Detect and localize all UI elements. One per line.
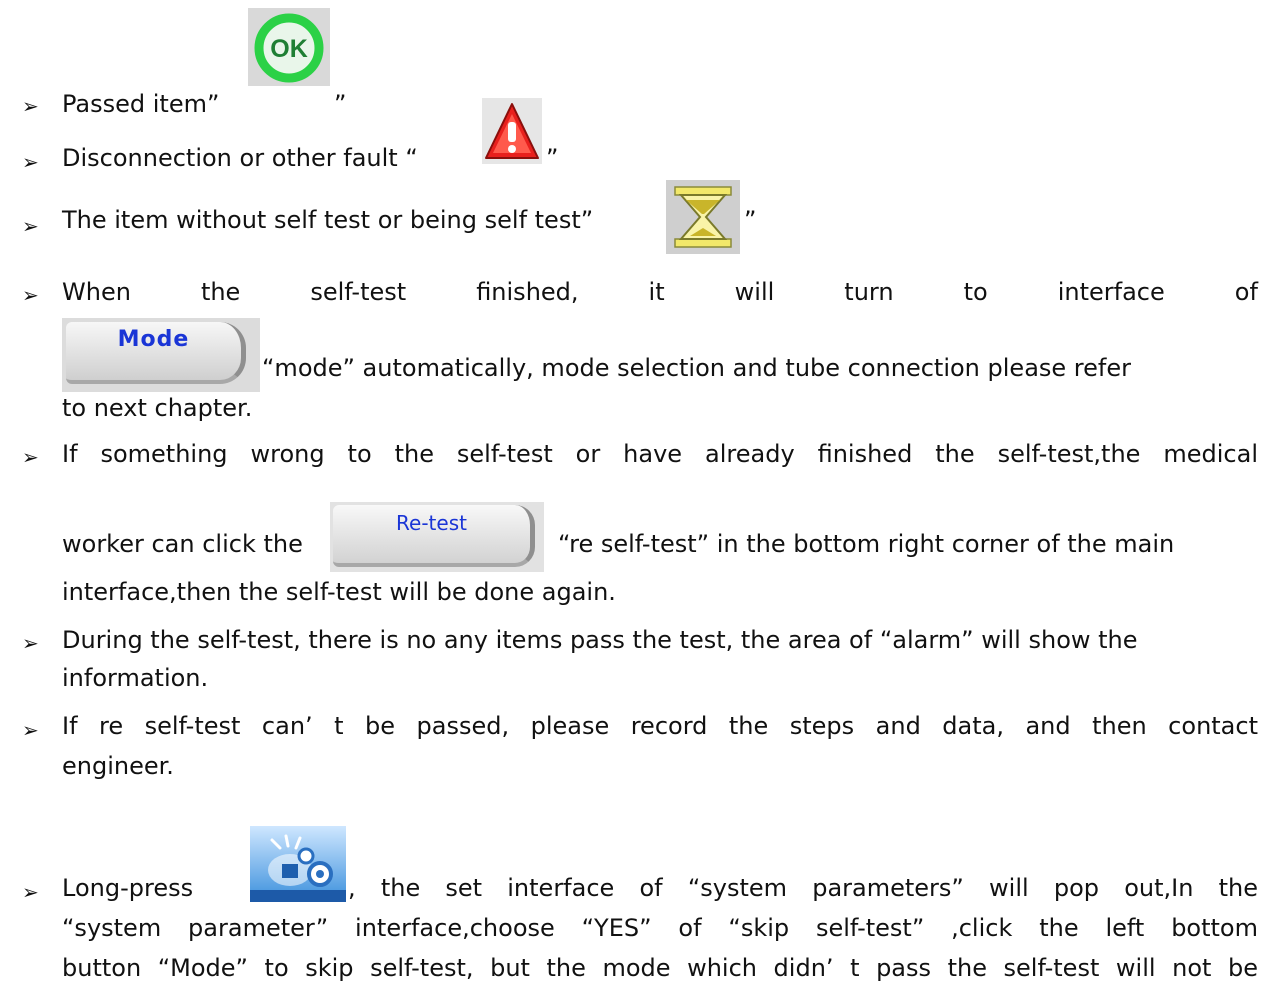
finished-line1: When the self-test finished, it will tur… <box>62 278 1258 306</box>
system-settings-icon <box>250 826 346 902</box>
svg-text:OK: OK <box>270 35 308 63</box>
finished-line3: to next chapter. <box>62 394 253 422</box>
alarm-line1: During the self-test, there is no any it… <box>62 626 1138 654</box>
passed-item-text: Passed item” <box>62 90 220 118</box>
longpress-line3: button “Mode” to skip self-test, but the… <box>62 954 1258 982</box>
fault-item-text: Disconnection or other fault “ <box>62 144 418 172</box>
bullet: ➢ <box>22 94 39 118</box>
retest-button: Re-test <box>330 502 544 572</box>
bullet: ➢ <box>22 214 39 238</box>
longpress-line2: “system parameter” interface,choose “YES… <box>62 914 1258 942</box>
bullet: ➢ <box>22 445 39 469</box>
longpress-label: Long-press <box>62 874 194 902</box>
hourglass-icon <box>666 180 740 254</box>
warning-icon <box>482 98 542 164</box>
bullet: ➢ <box>22 631 39 655</box>
retest-line2b: “re self-test” in the bottom right corne… <box>558 530 1175 558</box>
quote-close: ” <box>546 144 559 172</box>
alarm-line2: information. <box>62 664 209 692</box>
quote-close: ” <box>744 206 757 234</box>
retest-line1: If something wrong to the self-test or h… <box>62 440 1258 468</box>
bullet: ➢ <box>22 880 39 904</box>
quote-close: ” <box>334 90 347 118</box>
bullet: ➢ <box>22 150 39 174</box>
mode-button: Mode <box>62 318 260 392</box>
finished-line2: “mode” automatically, mode selection and… <box>262 354 1131 382</box>
ok-icon: OK <box>248 8 330 86</box>
record-line2: engineer. <box>62 752 174 780</box>
bullet: ➢ <box>22 283 39 307</box>
bullet: ➢ <box>22 718 39 742</box>
record-line1: If re self-test can’ t be passed, please… <box>62 712 1258 740</box>
retest-line3: interface,then the self-test will be don… <box>62 578 616 606</box>
retest-line2a: worker can click the <box>62 530 303 558</box>
pending-item-text: The item without self test or being self… <box>62 206 594 234</box>
longpress-line1: , the set interface of “system parameter… <box>348 874 1258 902</box>
